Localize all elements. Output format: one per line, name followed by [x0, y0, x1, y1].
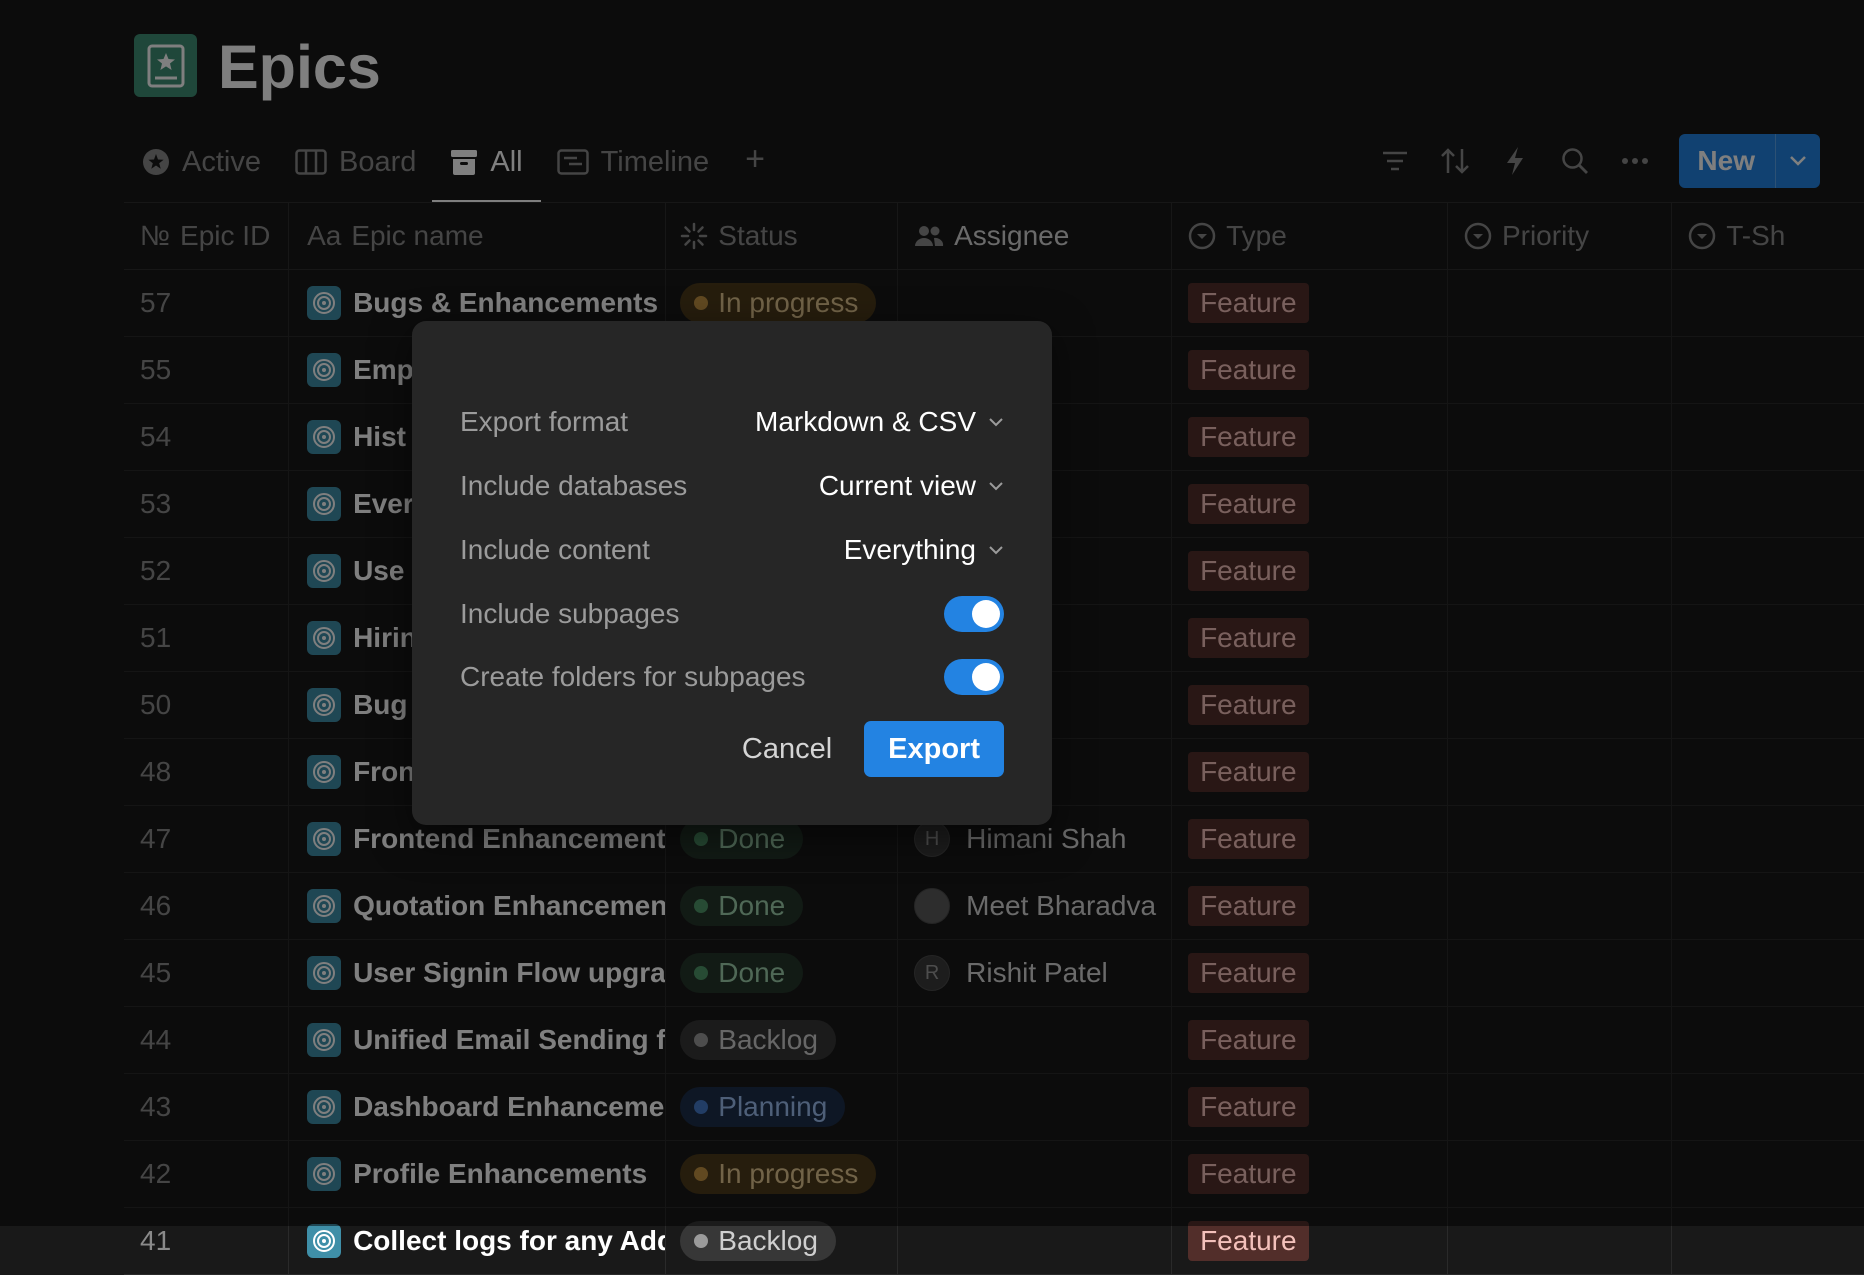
create-folders-label: Create folders for subpages	[460, 661, 806, 692]
export-format-select[interactable]: Markdown & CSV	[755, 406, 1004, 438]
epic-page-icon	[307, 1224, 342, 1258]
create-folders-toggle[interactable]	[944, 659, 1004, 695]
chevron-down-icon	[989, 418, 1003, 427]
include-content-select[interactable]: Everything	[844, 534, 1004, 566]
export-format-label: Export format	[460, 406, 629, 437]
chevron-down-icon	[989, 546, 1003, 555]
create-folders-option: Create folders for subpages	[460, 655, 1004, 699]
export-format-option: Export format Markdown & CSV	[460, 400, 1004, 444]
include-databases-select[interactable]: Current view	[819, 470, 1004, 502]
include-subpages-option: Include subpages	[460, 592, 1004, 636]
include-subpages-label: Include subpages	[460, 598, 680, 629]
target-icon	[313, 1230, 336, 1252]
status-label: Backlog	[718, 1225, 818, 1256]
include-databases-value: Current view	[818, 470, 976, 501]
export-button[interactable]: Export	[864, 721, 1004, 777]
status-dot	[694, 1234, 709, 1248]
type-tag: Feature	[1188, 1221, 1309, 1261]
include-content-label: Include content	[460, 534, 650, 565]
export-dialog: Export format Markdown & CSV Include dat…	[412, 321, 1052, 825]
status-badge[interactable]: Backlog	[680, 1221, 836, 1261]
include-databases-label: Include databases	[460, 470, 688, 501]
include-content-option: Include content Everything	[460, 528, 1004, 572]
include-databases-option: Include databases Current view	[460, 464, 1004, 508]
include-content-value: Everything	[843, 534, 976, 565]
dialog-actions: Cancel Export	[742, 721, 1004, 777]
chevron-down-icon	[989, 482, 1003, 491]
include-subpages-toggle[interactable]	[944, 596, 1004, 632]
epic-name: Collect logs for any Add	[353, 1225, 667, 1256]
cancel-button[interactable]: Cancel	[742, 733, 832, 766]
export-format-value: Markdown & CSV	[755, 406, 976, 437]
